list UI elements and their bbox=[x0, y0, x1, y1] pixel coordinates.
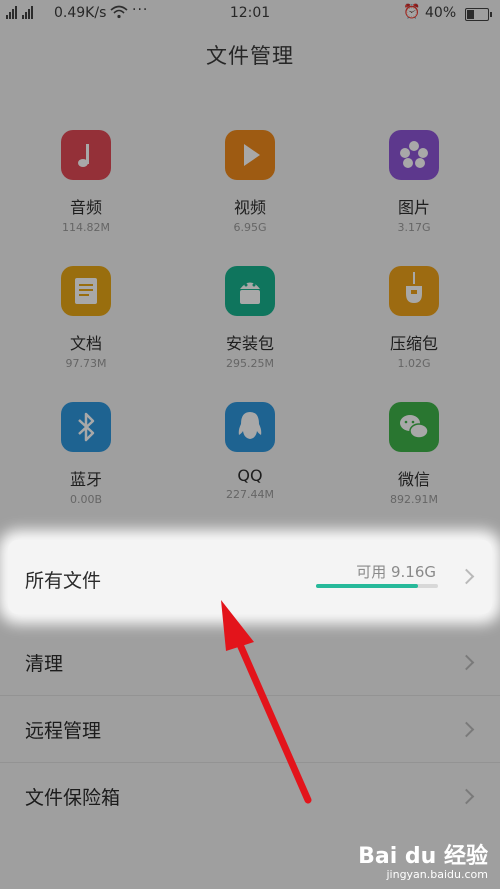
category-size: 295.25M bbox=[226, 357, 274, 370]
category-name: 图片 bbox=[397, 198, 430, 217]
flower-icon bbox=[389, 130, 439, 180]
chevron-right-icon bbox=[458, 788, 475, 805]
menu-item-label: 远程管理 bbox=[25, 720, 102, 742]
category-flower[interactable]: 图片 3.17G bbox=[344, 130, 484, 234]
all-files-row[interactable]: 所有文件 可用 9.16G bbox=[8, 540, 492, 614]
qq-icon bbox=[225, 402, 275, 452]
category-play[interactable]: 视频 6.95G bbox=[180, 130, 320, 234]
category-document[interactable]: 文档 97.73M bbox=[16, 266, 156, 370]
menu-item-file-vault[interactable]: 文件保险箱 bbox=[0, 763, 500, 829]
page-title: 文件管理 bbox=[206, 44, 294, 68]
category-name: 压缩包 bbox=[389, 334, 438, 353]
category-android[interactable]: 安装包 295.25M bbox=[180, 266, 320, 370]
category-size: 6.95G bbox=[233, 221, 267, 234]
category-name: 文档 bbox=[69, 334, 102, 353]
wechat-icon bbox=[389, 402, 439, 452]
bluetooth-icon bbox=[61, 402, 111, 452]
menu-item-clean[interactable]: 清理 bbox=[0, 629, 500, 696]
category-size: 227.44M bbox=[226, 488, 274, 501]
chevron-right-icon bbox=[458, 721, 475, 738]
android-icon bbox=[225, 266, 275, 316]
music-note-icon bbox=[61, 130, 111, 180]
category-qq[interactable]: QQ 227.44M bbox=[180, 402, 320, 501]
watermark-brand: Bai du 经验 bbox=[358, 844, 488, 869]
category-name: 视频 bbox=[233, 198, 266, 217]
zip-icon bbox=[389, 266, 439, 316]
category-name: 蓝牙 bbox=[69, 470, 102, 489]
menu-item-label: 文件保险箱 bbox=[25, 787, 121, 809]
category-zip[interactable]: 压缩包 1.02G bbox=[344, 266, 484, 370]
menu-item-remote-management[interactable]: 远程管理 bbox=[0, 696, 500, 763]
battery-icon bbox=[465, 8, 492, 21]
status-bar: 0.49K/s ··· 12:01 ⏰ 40% bbox=[0, 0, 500, 28]
category-size: 114.82M bbox=[62, 221, 110, 234]
category-bluetooth[interactable]: 蓝牙 0.00B bbox=[16, 402, 156, 506]
chevron-right-icon bbox=[458, 568, 475, 585]
category-music-note[interactable]: 音频 114.82M bbox=[16, 130, 156, 234]
baidu-jingyan-watermark: Bai du 经验 jingyan.baidu.com bbox=[358, 838, 488, 881]
category-name: 微信 bbox=[397, 470, 430, 489]
all-files-label: 所有文件 bbox=[25, 570, 102, 592]
category-size: 97.73M bbox=[65, 357, 107, 370]
battery-percent: 40% bbox=[425, 5, 457, 21]
document-icon bbox=[61, 266, 111, 316]
menu-item-label: 清理 bbox=[25, 653, 64, 675]
category-name: QQ bbox=[237, 466, 263, 485]
chevron-right-icon bbox=[458, 654, 475, 671]
category-size: 0.00B bbox=[69, 493, 103, 506]
category-size: 892.91M bbox=[390, 493, 438, 506]
category-size: 3.17G bbox=[397, 221, 431, 234]
category-name: 音频 bbox=[69, 198, 102, 217]
alarm-icon: ⏰ bbox=[403, 4, 421, 20]
category-wechat[interactable]: 微信 892.91M bbox=[344, 402, 484, 506]
file-manager-screen: 0.49K/s ··· 12:01 ⏰ 40% 文件管理 音频 114.82M 视频… bbox=[0, 0, 500, 889]
storage-usage-bar bbox=[316, 584, 438, 588]
play-icon bbox=[225, 130, 275, 180]
category-size: 1.02G bbox=[397, 357, 431, 370]
category-name: 安装包 bbox=[225, 334, 274, 353]
available-space: 可用 9.16G bbox=[356, 563, 436, 581]
